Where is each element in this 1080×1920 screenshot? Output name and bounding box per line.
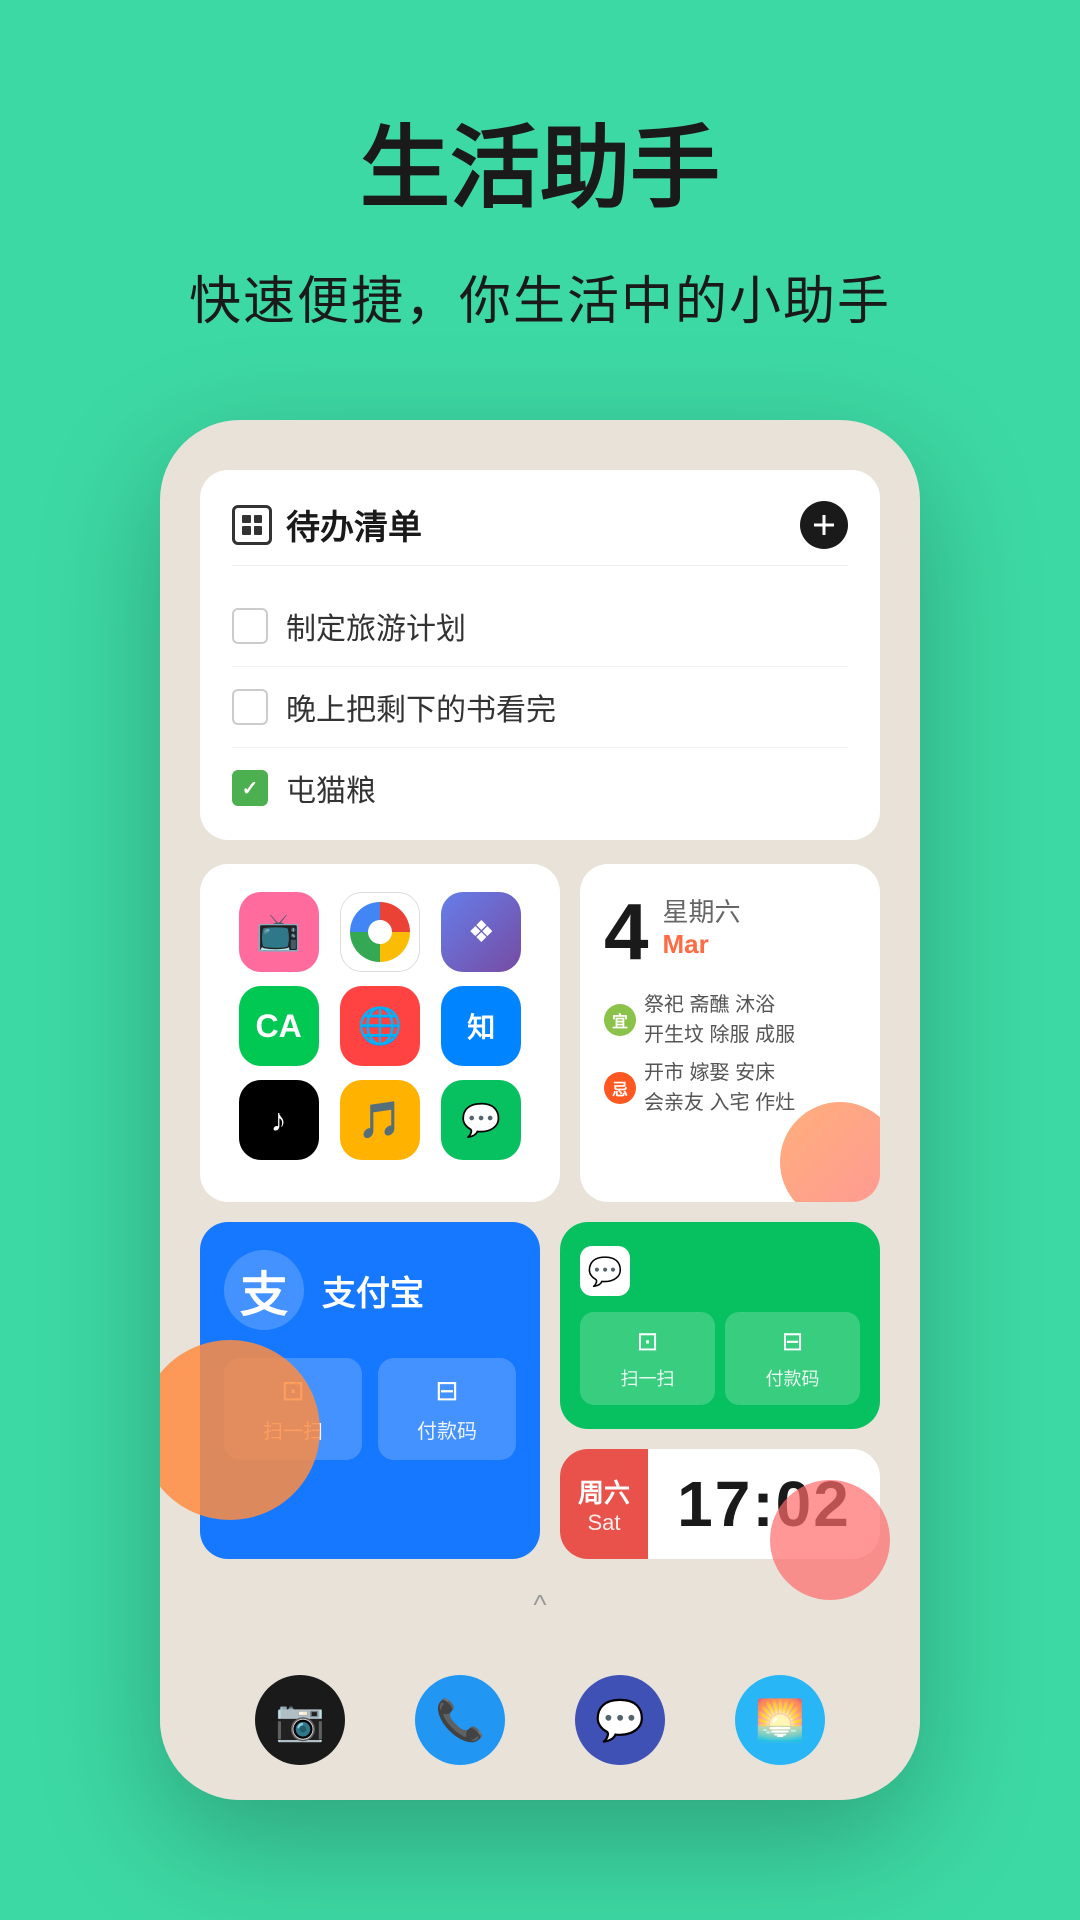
phone-mockup: 待办清单 制定旅游计划 晚上把剩下的书看完 屯猫粮 📺 xyxy=(160,420,920,1800)
widgets-row-2: 📺 ❖ CA 🌐 知 ♪ 🎵 💬 4 星期六 xyxy=(200,864,880,1202)
app-row-3: ♪ 🎵 💬 xyxy=(228,1080,532,1160)
alipay-name: 支付宝 xyxy=(322,1266,424,1315)
dock-message-button[interactable]: 💬 xyxy=(575,1675,665,1765)
todo-widget: 待办清单 制定旅游计划 晚上把剩下的书看完 屯猫粮 xyxy=(200,470,880,840)
wechat-scan-icon: ⊡ xyxy=(637,1326,659,1357)
todo-text-1: 制定旅游计划 xyxy=(286,604,466,648)
todo-item-2[interactable]: 晚上把剩下的书看完 xyxy=(232,667,848,748)
app-icon-chrome[interactable] xyxy=(340,892,420,972)
dock-gallery-button[interactable]: 🌅 xyxy=(735,1675,825,1765)
checkbox-3[interactable] xyxy=(232,770,268,806)
app-icon-music[interactable]: 🎵 xyxy=(340,1080,420,1160)
wechat-scan-button[interactable]: ⊡ 扫一扫 xyxy=(580,1312,715,1405)
app-icon-zhihu[interactable]: 知 xyxy=(441,986,521,1066)
alipay-pay-label: 付款码 xyxy=(417,1415,477,1444)
todo-item-1[interactable]: 制定旅游计划 xyxy=(232,586,848,667)
blob-coral-decoration xyxy=(770,1480,890,1600)
cal-weekday: 星期六 xyxy=(663,892,741,929)
app-icon-wechat[interactable]: 💬 xyxy=(441,1080,521,1160)
wechat-scan-label: 扫一扫 xyxy=(621,1365,675,1391)
cal-day-info: 星期六 Mar xyxy=(663,892,741,960)
alipay-pay-icon: ⊟ xyxy=(435,1374,458,1407)
cal-top-row: 4 星期六 Mar xyxy=(604,892,856,974)
plus-icon xyxy=(814,515,834,535)
app-row-1: 📺 ❖ xyxy=(228,892,532,972)
header-section: 生活助手 快速便捷，你生活中的小助手 xyxy=(0,0,1080,394)
todo-list-icon xyxy=(232,505,272,545)
dock-camera-button[interactable]: 📷 xyxy=(255,1675,345,1765)
todo-header-left: 待办清单 xyxy=(232,500,422,549)
todo-title: 待办清单 xyxy=(286,500,422,549)
wechat-pay-button[interactable]: ⊟ 付款码 xyxy=(725,1312,860,1405)
clock-weekday-en: Sat xyxy=(587,1510,620,1536)
app-icon-green[interactable]: CA xyxy=(239,986,319,1066)
clock-day-badge: 周六 Sat xyxy=(560,1449,648,1559)
app-grid-widget: 📺 ❖ CA 🌐 知 ♪ 🎵 💬 xyxy=(200,864,560,1202)
app-icon-tiktok[interactable]: ♪ xyxy=(239,1080,319,1160)
todo-add-button[interactable] xyxy=(800,501,848,549)
subtitle: 快速便捷，你生活中的小助手 xyxy=(0,259,1080,334)
app-row-2: CA 🌐 知 xyxy=(228,986,532,1066)
cal-date-number: 4 xyxy=(604,892,649,972)
wechat-pay-icon: ⊟ xyxy=(782,1326,804,1357)
wechat-top: 💬 xyxy=(580,1246,860,1296)
cal-yi-row: 宜 祭祀 斋醮 沐浴开生坟 除服 成服 xyxy=(604,990,856,1050)
wechat-pay-label: 付款码 xyxy=(766,1365,820,1391)
todo-header: 待办清单 xyxy=(232,500,848,566)
grid-icon xyxy=(242,515,262,535)
alipay-pay-button[interactable]: ⊟ 付款码 xyxy=(378,1358,516,1460)
todo-text-2: 晚上把剩下的书看完 xyxy=(286,685,556,729)
dock-phone-button[interactable]: 📞 xyxy=(415,1675,505,1765)
clock-weekday-cn: 周六 xyxy=(578,1473,630,1510)
swipe-indicator: ^ xyxy=(200,1579,880,1631)
chrome-circle xyxy=(350,902,410,962)
alipay-logo: 支 xyxy=(224,1250,304,1330)
app-icon-colorful[interactable]: ❖ xyxy=(441,892,521,972)
checkbox-1[interactable] xyxy=(232,608,268,644)
bottom-dock: 📷 📞 💬 🌅 xyxy=(160,1640,920,1800)
app-icon-tv[interactable]: 📺 xyxy=(239,892,319,972)
todo-item-3[interactable]: 屯猫粮 xyxy=(232,748,848,810)
alipay-header: 支 支付宝 xyxy=(224,1250,516,1330)
ji-items: 开市 嫁娶 安床会亲友 入宅 作灶 xyxy=(644,1058,795,1118)
ji-badge: 忌 xyxy=(604,1072,636,1104)
wechat-actions: ⊡ 扫一扫 ⊟ 付款码 xyxy=(580,1312,860,1405)
cal-month: Mar xyxy=(663,929,741,960)
yi-items: 祭祀 斋醮 沐浴开生坟 除服 成服 xyxy=(644,990,795,1050)
todo-text-3: 屯猫粮 xyxy=(286,766,376,810)
main-title: 生活助手 xyxy=(0,120,1080,219)
wechat-logo: 💬 xyxy=(580,1246,630,1296)
wechat-widget: 💬 ⊡ 扫一扫 ⊟ 付款码 xyxy=(560,1222,880,1429)
checkbox-2[interactable] xyxy=(232,689,268,725)
calendar-widget: 4 星期六 Mar 宜 祭祀 斋醮 沐浴开生坟 除服 成服 忌 开市 嫁娶 安床… xyxy=(580,864,880,1202)
yi-badge: 宜 xyxy=(604,1004,636,1036)
app-icon-weibo[interactable]: 🌐 xyxy=(340,986,420,1066)
